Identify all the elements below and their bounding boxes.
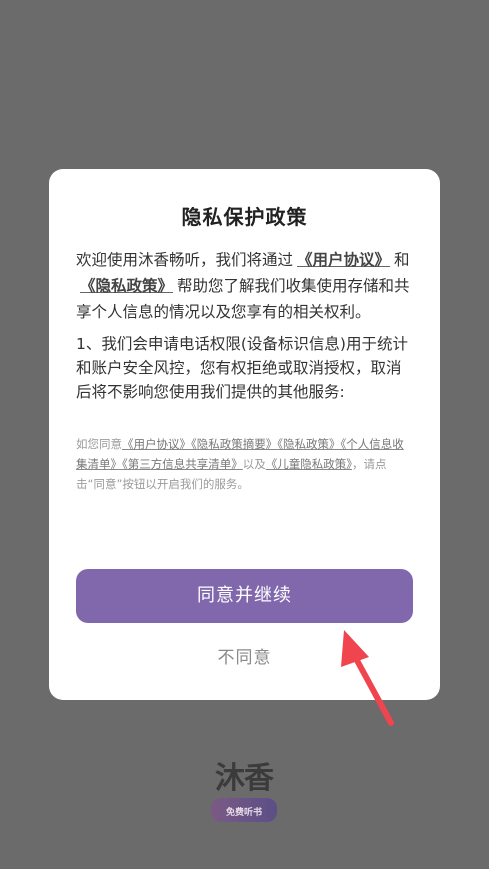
logo-text: 沐香 bbox=[215, 761, 274, 796]
phone-permission-notice: 1、我们会申请电话权限(设备标识信息)用于统计和账户安全风控，您有权拒绝或取消授… bbox=[76, 335, 408, 401]
intro-text-2: 和 bbox=[394, 251, 410, 269]
privacy-policy-link[interactable]: 《隐私政策》 bbox=[76, 277, 177, 295]
fine-user-agreement-link[interactable]: 《用户协议》 bbox=[122, 437, 191, 451]
consent-fine-print: 如您同意《用户协议》《隐私政策摘要》《隐私政策》《个人信息收集清单》《第三方信息… bbox=[76, 434, 413, 494]
fine-privacy-summary-link[interactable]: 《隐私政策摘要》 bbox=[191, 437, 277, 451]
fine-third-party-link[interactable]: 《第三方信息共享清单》 bbox=[122, 457, 243, 471]
pointer-arrow-icon bbox=[341, 630, 394, 726]
user-agreement-link[interactable]: 《用户协议》 bbox=[293, 251, 394, 269]
fine-prefix: 如您同意 bbox=[76, 437, 122, 451]
fine-privacy-policy-link[interactable]: 《隐私政策》 bbox=[277, 437, 340, 451]
app-logo: 沐香 免费听书 bbox=[208, 762, 280, 824]
agree-continue-button[interactable]: 同意并继续 bbox=[76, 569, 413, 623]
fine-and: 以及 bbox=[242, 457, 266, 471]
dialog-intro: 欢迎使用沐香畅听，我们将通过 《用户协议》 和《隐私政策》 帮助您了解我们收集使用存储… bbox=[76, 247, 413, 325]
dialog-title: 隐私保护政策 bbox=[181, 205, 308, 229]
fine-children-privacy-link[interactable]: 《儿童隐私政策》 bbox=[266, 457, 352, 471]
logo-badge-label: 免费听书 bbox=[225, 808, 262, 818]
logo-badge: 免费听书 bbox=[211, 798, 277, 822]
privacy-dialog: 隐私保护政策 欢迎使用沐香畅听，我们将通过 《用户协议》 和《隐私政策》 帮助您了解我… bbox=[49, 169, 440, 700]
intro-text-1: 欢迎使用沐香畅听，我们将通过 bbox=[76, 251, 294, 269]
